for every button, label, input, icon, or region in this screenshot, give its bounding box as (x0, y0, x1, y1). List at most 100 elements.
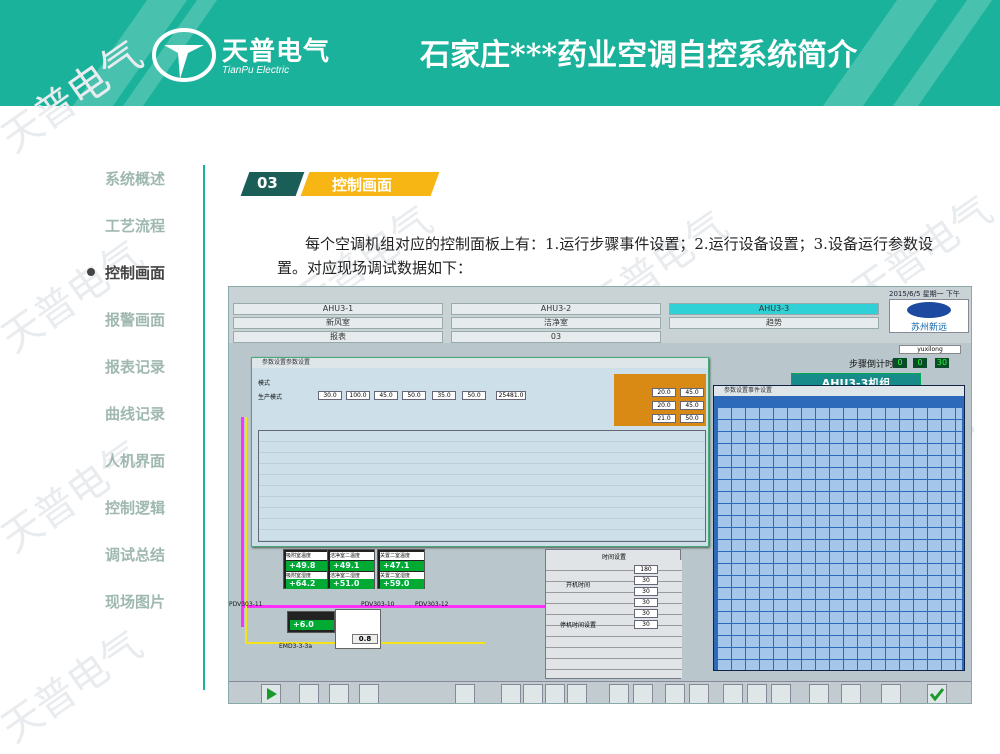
nav-down-button[interactable] (545, 684, 565, 703)
readout-label: 关置二室温度 (380, 552, 424, 560)
time-input[interactable]: 30 (634, 587, 658, 596)
tab-fresh-air-room[interactable]: 新风室 (233, 317, 443, 329)
watermark: 天普电气 (0, 622, 152, 753)
play-button[interactable] (261, 684, 281, 703)
tab-ahu3-1[interactable]: AHU3-1 (233, 303, 443, 315)
setpoint-input[interactable]: 45.0 (680, 388, 704, 397)
logo-brand-en: TianPu Electric (222, 65, 290, 76)
setpoint-input[interactable]: 20.0 (652, 401, 676, 410)
time-input[interactable]: 180 (634, 565, 658, 574)
param-input[interactable]: 100.0 (346, 391, 370, 400)
readout-label: 吸附室温度 (286, 552, 330, 560)
toolbar-button[interactable] (299, 684, 319, 703)
nav-up-button[interactable] (523, 684, 543, 703)
nav-item-hmi[interactable]: 人机界面 (105, 450, 165, 471)
readout-value: +51.0 (330, 579, 374, 589)
nav-item-process[interactable]: 工艺流程 (105, 215, 165, 236)
time-input[interactable]: 30 (634, 598, 658, 607)
param-input[interactable]: 35.0 (432, 391, 456, 400)
time-input[interactable]: 30 (634, 620, 658, 629)
nav-item-photos[interactable]: 现场图片 (105, 591, 165, 612)
duct-line (245, 417, 247, 642)
nav-back-button[interactable] (501, 684, 521, 703)
param-input[interactable]: 25481.0 (496, 391, 526, 400)
readout-label: 洁净室二温度 (330, 552, 374, 560)
nav-item-overview[interactable]: 系统概述 (105, 168, 165, 189)
toolbar-button[interactable] (689, 684, 709, 703)
toolbar-button[interactable] (609, 684, 629, 703)
tab-trend[interactable]: 趋势 (669, 317, 879, 329)
toolbar-button[interactable] (359, 684, 379, 703)
nav-item-alarm[interactable]: 报警画面 (105, 309, 165, 330)
readout-value: +49.8 (286, 561, 330, 571)
check-icon (929, 688, 945, 702)
toolbar-button[interactable] (329, 684, 349, 703)
window-titlebar: 参数设置参数设置 (252, 358, 708, 368)
tab-ahu3-2[interactable]: AHU3-2 (451, 303, 661, 315)
section-number: 03 (257, 174, 278, 192)
logo-icon (152, 28, 216, 82)
toolbar-button[interactable] (747, 684, 767, 703)
setpoint-input[interactable]: 21.0 (652, 414, 676, 423)
room-readout-1: 吸附室温度 +49.8 吸附室湿度 +64.2 (283, 549, 331, 589)
play-icon (267, 688, 277, 700)
pdv-label: PDV303-11 (229, 601, 263, 608)
active-bullet-icon (87, 268, 95, 276)
nav-item-logic[interactable]: 控制逻辑 (105, 497, 165, 518)
tab-ahu3-3[interactable]: AHU3-3 (669, 303, 879, 315)
watermark: 天普电气 (0, 432, 152, 563)
company-logo: 天普电气 TianPu Electric (150, 25, 330, 85)
step-settings-grid (718, 408, 962, 670)
readout-value: +49.1 (330, 561, 374, 571)
room-readout-2: 洁净室二温度 +49.1 洁净室二湿度 +51.0 (327, 549, 375, 589)
param-input[interactable]: 50.0 (402, 391, 426, 400)
nav-item-report[interactable]: 报表记录 (105, 356, 165, 377)
logo-brand-cn: 天普电气 (222, 37, 331, 67)
tab-03[interactable]: 03 (451, 331, 661, 343)
toolbar-button[interactable] (723, 684, 743, 703)
time-input[interactable]: 30 (634, 576, 658, 585)
time-input[interactable]: 30 (634, 609, 658, 618)
nav-item-summary[interactable]: 调试总结 (105, 544, 165, 565)
param-input[interactable]: 50.0 (462, 391, 486, 400)
emd-readout: +6.0 (287, 611, 335, 633)
grid-lines (718, 408, 962, 670)
readout-value: +47.1 (380, 561, 424, 571)
page-title: 石家庄***药业空调自控系统简介 (420, 38, 858, 73)
setpoint-input[interactable]: 45.0 (680, 401, 704, 410)
header-banner: 天普电气 TianPu Electric 石家庄***药业空调自控系统简介 (0, 0, 1000, 106)
setpoint-input[interactable]: 50.0 (680, 414, 704, 423)
step-parameter-grid (258, 430, 706, 542)
confirm-button[interactable] (927, 684, 947, 703)
countdown-hours: 0 (893, 358, 907, 368)
countdown-seconds: 30 (935, 358, 949, 368)
company-logo-icon (907, 302, 951, 318)
countdown-minutes: 0 (913, 358, 927, 368)
readout-value: +6.0 (290, 620, 334, 630)
nav-item-control-screen[interactable]: 控制画面 (87, 262, 165, 283)
param-input[interactable]: 30.0 (318, 391, 342, 400)
toolbar-button[interactable] (633, 684, 653, 703)
info-button[interactable] (841, 684, 861, 703)
tab-clean-room[interactable]: 洁净室 (451, 317, 661, 329)
time-stage-label: 停机时间设置 (560, 622, 597, 629)
toolbar-button[interactable] (809, 684, 829, 703)
param-header-mode: 模式 (258, 380, 271, 387)
sound-button[interactable] (881, 684, 901, 703)
room-readout-3: 关置二室温度 +47.1 关置二室湿度 +59.0 (377, 549, 425, 589)
toolbar-button[interactable] (665, 684, 685, 703)
setpoint-input[interactable]: 20.0 (652, 388, 676, 397)
duct-line (241, 417, 244, 627)
divider (203, 165, 205, 690)
readout-value: +59.0 (380, 579, 424, 589)
emd-label: EMD3-3-3a (279, 643, 313, 650)
param-input[interactable]: 45.0 (374, 391, 398, 400)
param-mode-label: 生产模式 (258, 394, 283, 401)
toolbar-button[interactable] (455, 684, 475, 703)
window-titlebar: 参数设置事件设置 (714, 386, 964, 396)
nav-forward-button[interactable] (567, 684, 587, 703)
nav-item-curve[interactable]: 曲线记录 (105, 403, 165, 424)
step-settings-window: 参数设置事件设置 (713, 385, 965, 671)
tab-report[interactable]: 报表 (233, 331, 443, 343)
delete-button[interactable] (771, 684, 791, 703)
